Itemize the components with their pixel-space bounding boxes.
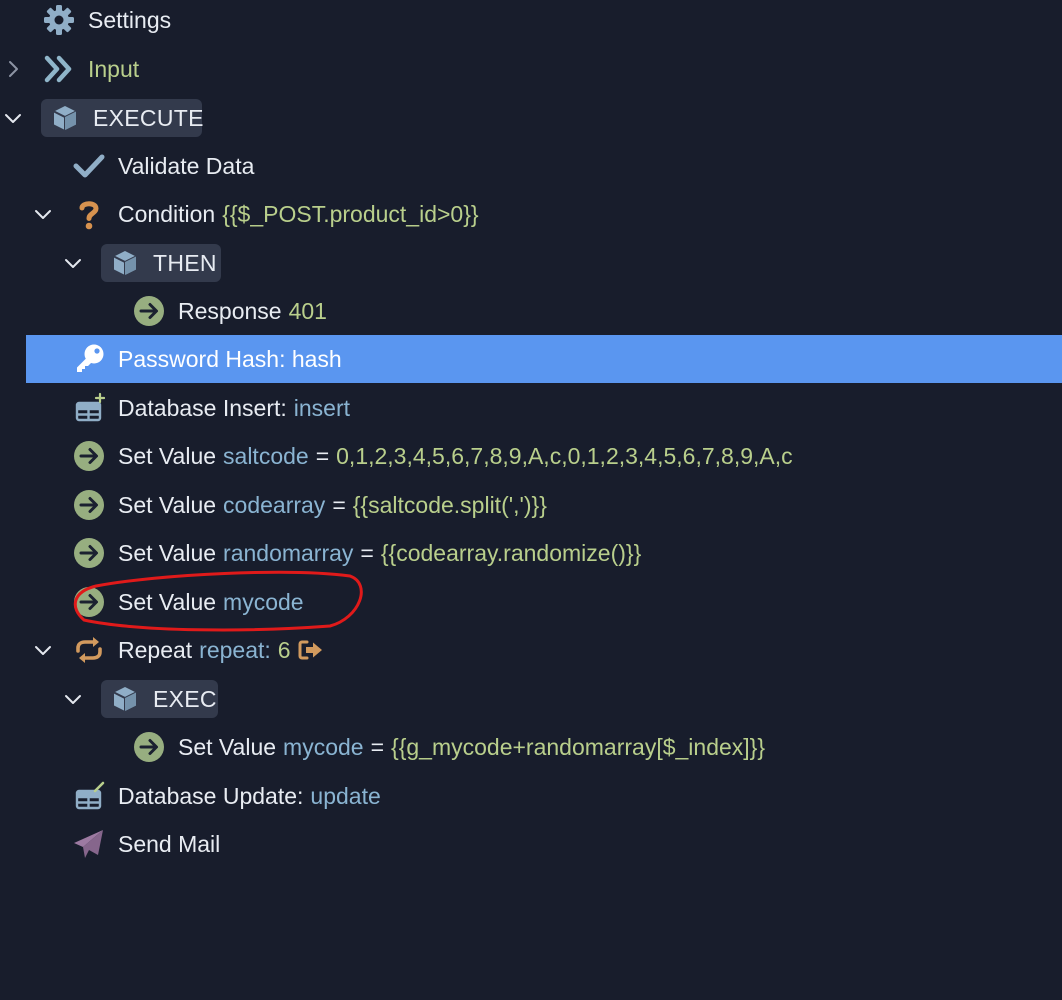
arrow-circle-icon — [133, 731, 165, 763]
tree-item-send-mail[interactable]: Send Mail — [0, 820, 1062, 868]
tree-item-label: Set Value — [118, 491, 217, 518]
chevron-down-icon[interactable] — [62, 688, 84, 710]
tree-item-label: Set Value — [118, 442, 217, 469]
assign-operator: = — [315, 442, 330, 469]
repeat-count: 6 — [277, 636, 291, 663]
tree-item-set-value-mycode-inner[interactable]: Set Value mycode = {{g_mycode+randomarra… — [0, 723, 1062, 771]
variable-value: 0,1,2,3,4,5,6,7,8,9,A,c,0,1,2,3,4,5,6,7,… — [336, 442, 793, 469]
key-icon — [73, 343, 105, 375]
chevron-down-icon[interactable] — [32, 639, 54, 661]
tree-item-exec[interactable]: EXEC — [0, 675, 1062, 723]
arrow-circle-icon — [133, 295, 165, 327]
tree-item-label: Input — [88, 55, 140, 82]
step-name: repeat: — [199, 636, 271, 663]
question-icon — [73, 198, 105, 230]
tree-item-label: Settings — [88, 6, 172, 33]
chevron-down-icon[interactable] — [62, 252, 84, 274]
tree-item-repeat[interactable]: Repeat repeat: 6 — [0, 626, 1062, 674]
tree-item-label: Set Value — [118, 588, 217, 615]
variable-value: {{saltcode.split(',')}} — [352, 491, 547, 518]
tree-item-label: Password Hash: hash — [118, 345, 342, 372]
variable-name: mycode — [283, 733, 364, 760]
tree-item-label: Validate Data — [118, 152, 255, 179]
tree-item-label: Repeat — [118, 636, 193, 663]
chevron-right-icon[interactable] — [2, 58, 24, 80]
variable-name: codearray — [223, 491, 326, 518]
tree-item-settings[interactable]: Settings — [0, 0, 1062, 44]
step-name: insert — [293, 394, 351, 421]
variable-value: {{g_mycode+randomarray[$_index]}} — [391, 733, 766, 760]
tree-item-label: Response — [178, 297, 282, 324]
cube-icon — [49, 102, 81, 134]
tree-item-set-value-codearray[interactable]: Set Value codearray = {{saltcode.split('… — [0, 481, 1062, 529]
arrow-circle-icon — [73, 489, 105, 521]
tree-item-set-value-mycode[interactable]: Set Value mycode — [0, 578, 1062, 626]
table-edit-icon — [73, 780, 105, 812]
step-group-exec[interactable]: EXEC — [101, 680, 218, 718]
tree-item-label: EXEC — [153, 685, 217, 712]
tree-item-label: EXECUTE — [93, 104, 204, 131]
variable-name: randomarray — [223, 539, 354, 566]
tree-item-label: Send Mail — [118, 830, 221, 857]
response-status: 401 — [288, 297, 327, 324]
tree-item-response[interactable]: Response 401 — [0, 287, 1062, 335]
assign-operator: = — [332, 491, 346, 518]
tree-item-set-value-randomarray[interactable]: Set Value randomarray = {{codearray.rand… — [0, 529, 1062, 577]
chevron-down-icon[interactable] — [2, 107, 24, 129]
tree-item-execute[interactable]: EXECUTE — [0, 94, 1062, 142]
tree-item-label: Database Insert: — [118, 394, 287, 421]
cube-icon — [109, 683, 141, 715]
tree-item-database-update[interactable]: Database Update: update — [0, 772, 1062, 820]
tree-item-label: Set Value — [178, 733, 277, 760]
gear-icon — [43, 4, 75, 36]
tree-item-label: THEN — [153, 249, 217, 276]
cube-icon — [109, 247, 141, 279]
step-group-then[interactable]: THEN — [101, 244, 221, 282]
arrow-circle-icon — [73, 440, 105, 472]
step-group-execute[interactable]: EXECUTE — [41, 99, 204, 137]
condition-expression: {{$_POST.product_id>0}} — [222, 200, 479, 227]
table-plus-icon — [73, 392, 105, 424]
repeat-icon — [73, 634, 105, 666]
tree-item-set-value-saltcode[interactable]: Set Value saltcode = 0,1,2,3,4,5,6,7,8,9… — [0, 432, 1062, 480]
assign-operator: = — [360, 539, 374, 566]
chevron-down-icon[interactable] — [32, 203, 54, 225]
tree-item-input[interactable]: Input — [0, 45, 1062, 93]
tree-item-validate-data[interactable]: Validate Data — [0, 142, 1062, 190]
tree-item-label: Database Update: — [118, 782, 304, 809]
tree-item-password-hash[interactable]: Password Hash: hash — [26, 335, 1062, 383]
variable-name: saltcode — [223, 442, 309, 469]
paper-plane-icon — [73, 828, 105, 860]
variable-value: {{codearray.randomize()}} — [380, 539, 642, 566]
arrow-circle-icon — [73, 586, 105, 618]
step-name: update — [310, 782, 381, 809]
tree-item-label: Set Value — [118, 539, 217, 566]
tree-item-condition[interactable]: Condition {{$_POST.product_id>0}} — [0, 190, 1062, 238]
tree-item-label: Condition — [118, 200, 216, 227]
tree-item-database-insert[interactable]: Database Insert: insert — [0, 384, 1062, 432]
checkmark-icon — [73, 150, 105, 182]
assign-operator: = — [370, 733, 385, 760]
output-icon — [298, 639, 324, 661]
variable-name: mycode — [223, 588, 304, 615]
tree-item-then[interactable]: THEN — [0, 239, 1062, 287]
double-chevron-icon — [43, 53, 75, 85]
arrow-circle-icon — [73, 537, 105, 569]
